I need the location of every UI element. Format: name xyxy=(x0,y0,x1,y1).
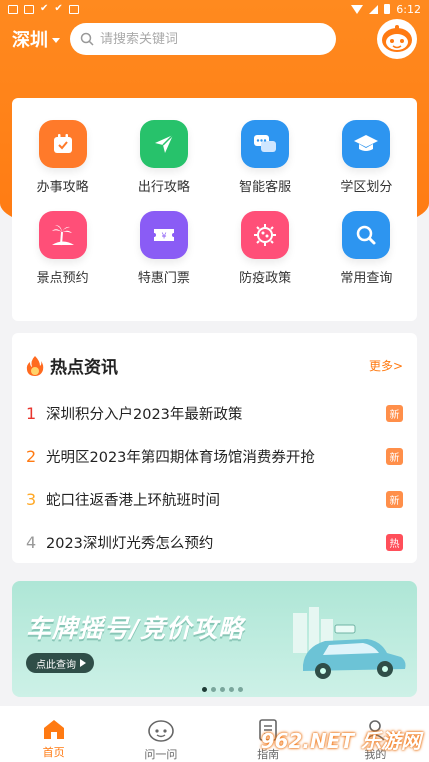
wifi-icon xyxy=(351,4,364,14)
notification-icon xyxy=(8,4,18,14)
service-item-customer-service[interactable]: 智能客服 xyxy=(215,120,316,195)
city-label: 深圳 xyxy=(12,30,48,51)
new-badge: 新 xyxy=(386,491,403,508)
news-title: 蛇口往返香港上环航班时间 xyxy=(46,493,220,509)
banner-button-label: 点此查询 xyxy=(36,659,76,671)
service-item-scenic-booking[interactable]: 景点预约 xyxy=(12,211,113,286)
city-selector[interactable]: 深圳 xyxy=(12,26,60,52)
news-item[interactable]: 4 2023深圳灯光秀怎么预约 热 xyxy=(26,521,403,564)
tab-home[interactable]: 首页 xyxy=(24,718,84,762)
robot-face-icon xyxy=(382,25,412,52)
graduation-cap-icon xyxy=(342,120,391,168)
banner-query-button[interactable]: 点此查询 xyxy=(26,653,94,673)
service-label: 景点预约 xyxy=(36,271,89,286)
carousel-indicator xyxy=(202,687,243,692)
send-arrow-icon xyxy=(139,120,188,168)
new-badge: 新 xyxy=(386,448,403,465)
hot-news-card: 热点资讯 更多> 1 深圳积分入户2023年最新政策 新 2 光明区2023年第… xyxy=(12,333,417,563)
news-rank: 4 xyxy=(26,533,37,552)
car-illustration xyxy=(293,607,406,679)
banner-title: 车牌摇号/竞价攻略 xyxy=(26,614,245,643)
carousel-dot[interactable] xyxy=(220,687,225,692)
fire-icon xyxy=(26,355,44,376)
news-item[interactable]: 2 光明区2023年第四期体育场馆消费券开抢 新 xyxy=(26,435,403,478)
section-title: 热点资讯 xyxy=(50,358,118,378)
hot-badge: 热 xyxy=(386,534,403,551)
search-icon xyxy=(80,32,94,46)
service-item-common-queries[interactable]: 常用查询 xyxy=(316,211,417,286)
signal-icon xyxy=(369,4,379,14)
palm-tree-icon xyxy=(38,211,87,259)
carousel-dot[interactable] xyxy=(229,687,234,692)
check-icon: ✔ xyxy=(40,3,49,14)
new-badge: 新 xyxy=(386,405,403,422)
home-icon xyxy=(43,720,64,739)
carousel-dot[interactable] xyxy=(211,687,216,692)
search-bar[interactable] xyxy=(70,23,336,55)
notification-icon xyxy=(24,4,34,14)
battery-icon xyxy=(384,4,391,14)
ticket-icon: ¥ xyxy=(139,211,188,259)
top-header: 深圳 xyxy=(0,19,429,59)
play-arrow-icon xyxy=(80,659,86,667)
tab-ask[interactable]: 问一问 xyxy=(131,718,191,762)
carousel-dot[interactable] xyxy=(202,687,207,692)
service-label: 常用查询 xyxy=(340,271,393,286)
promo-banner[interactable]: 车牌摇号/竞价攻略 点此查询 xyxy=(12,581,417,697)
status-bar: ✔ ✔ 6:12 xyxy=(0,0,429,18)
site-watermark: 962.NET 乐游网 xyxy=(260,729,421,753)
app-notification-icon xyxy=(68,4,79,14)
bottom-tab-bar: 首页 问一问 指南 我的 962.NET 乐游网 xyxy=(0,706,429,762)
service-label: 学区划分 xyxy=(340,180,393,195)
svg-text:¥: ¥ xyxy=(161,232,166,241)
news-title: 2023深圳灯光秀怎么预约 xyxy=(46,536,214,552)
tab-label: 问一问 xyxy=(144,748,178,761)
assistant-avatar[interactable] xyxy=(377,19,417,59)
chat-bubbles-icon xyxy=(241,120,290,168)
more-link[interactable]: 更多> xyxy=(369,357,403,374)
service-label: 特惠门票 xyxy=(137,271,190,286)
magnifier-icon xyxy=(342,211,391,259)
service-item-school-district[interactable]: 学区划分 xyxy=(316,120,417,195)
tab-label: 首页 xyxy=(42,746,65,759)
news-rank: 3 xyxy=(26,490,37,509)
services-card: 办事攻略 出行攻略 智能客服 学区划分 景点预约 ¥ 特惠门票 防疫政策 常用查… xyxy=(12,98,417,321)
news-rank: 1 xyxy=(26,404,37,423)
service-item-epidemic-policy[interactable]: 防疫政策 xyxy=(215,211,316,286)
status-time: 6:12 xyxy=(396,2,421,16)
news-title: 深圳积分入户2023年最新政策 xyxy=(46,407,243,423)
check-icon: ✔ xyxy=(54,3,63,14)
caret-down-icon xyxy=(52,38,60,43)
service-item-guide[interactable]: 办事攻略 xyxy=(12,120,113,195)
service-label: 办事攻略 xyxy=(36,180,89,195)
service-item-discount-tickets[interactable]: ¥ 特惠门票 xyxy=(113,211,214,286)
robot-face-icon xyxy=(148,720,174,742)
news-item[interactable]: 1 深圳积分入户2023年最新政策 新 xyxy=(26,392,403,435)
news-rank: 2 xyxy=(26,447,37,466)
calendar-check-icon xyxy=(38,120,87,168)
service-label: 智能客服 xyxy=(239,180,292,195)
service-label: 防疫政策 xyxy=(239,271,292,286)
virus-icon xyxy=(241,211,290,259)
search-input[interactable] xyxy=(100,31,326,47)
service-item-travel[interactable]: 出行攻略 xyxy=(113,120,214,195)
news-item[interactable]: 3 蛇口往返香港上环航班时间 新 xyxy=(26,478,403,521)
service-label: 出行攻略 xyxy=(137,180,190,195)
news-title: 光明区2023年第四期体育场馆消费券开抢 xyxy=(46,450,315,466)
carousel-dot[interactable] xyxy=(238,687,243,692)
